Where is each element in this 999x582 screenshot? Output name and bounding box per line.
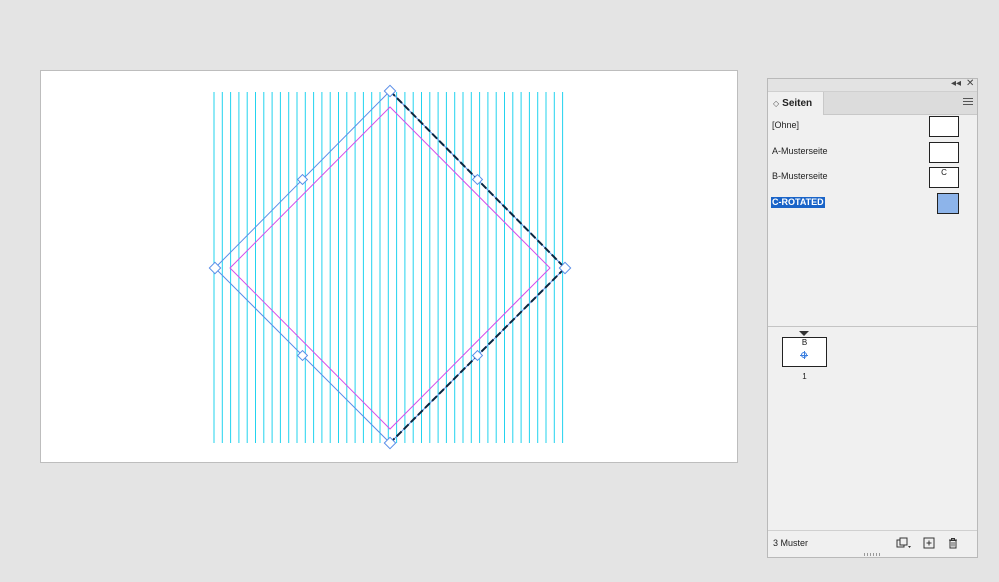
document-page[interactable] [40, 70, 738, 463]
master-thumbnail-selected[interactable] [937, 193, 959, 214]
trash-icon[interactable] [947, 537, 959, 549]
master-thumbnail[interactable] [929, 142, 959, 163]
pages-panel: ◂◂ ✕ ◇ Seiten [Ohne] A-Musterseite B-Must… [767, 78, 978, 558]
document-pages-area: B 1 [768, 327, 977, 531]
crosshair-icon [800, 351, 808, 359]
tab-seiten[interactable]: ◇ Seiten [768, 92, 824, 115]
resize-grip[interactable] [864, 553, 882, 556]
close-panel-icon[interactable]: ✕ [966, 78, 974, 90]
master-label-selected: C-ROTATED [771, 197, 825, 208]
master-thumbnail[interactable]: C [929, 167, 959, 188]
vertical-guides [213, 92, 564, 443]
selected-edge-dashed[interactable] [389, 90, 567, 444]
master-item-a[interactable]: A-Musterseite [768, 142, 977, 166]
master-label: A-Musterseite [772, 146, 828, 156]
page-canvas [208, 84, 572, 450]
master-label: [Ohne] [772, 120, 800, 130]
master-item-c-rotated[interactable]: C-ROTATED [768, 193, 977, 217]
panel-title-bar: ◂◂ ✕ [768, 78, 977, 92]
page-number: 1 [802, 372, 807, 381]
panel-footer: 3 Muster [768, 530, 977, 557]
sort-arrows-icon: ◇ [773, 99, 780, 108]
workspace: ◂◂ ✕ ◇ Seiten [Ohne] A-Musterseite B-Must… [0, 0, 999, 582]
master-thumbnail[interactable] [929, 116, 959, 137]
panel-tab-row: ◇ Seiten [768, 92, 977, 115]
page-master-letter: B [801, 338, 808, 347]
margin-diamond [229, 106, 551, 430]
tab-label: Seiten [782, 98, 813, 109]
hamburger-menu-icon[interactable] [963, 98, 973, 107]
new-page-icon[interactable] [923, 537, 935, 549]
current-page-marker-icon [799, 331, 809, 336]
page-thumbnail-1[interactable]: B [782, 337, 827, 367]
master-item-ohne[interactable]: [Ohne] [768, 116, 977, 140]
collapse-panel-icon[interactable]: ◂◂ [951, 78, 961, 90]
master-pages-list: [Ohne] A-Musterseite B-Musterseite C C-R… [768, 116, 977, 326]
master-item-b[interactable]: B-Musterseite C [768, 167, 977, 191]
master-label: B-Musterseite [772, 171, 828, 181]
master-count: 3 Muster [773, 538, 809, 548]
page-size-icon[interactable] [896, 537, 912, 549]
